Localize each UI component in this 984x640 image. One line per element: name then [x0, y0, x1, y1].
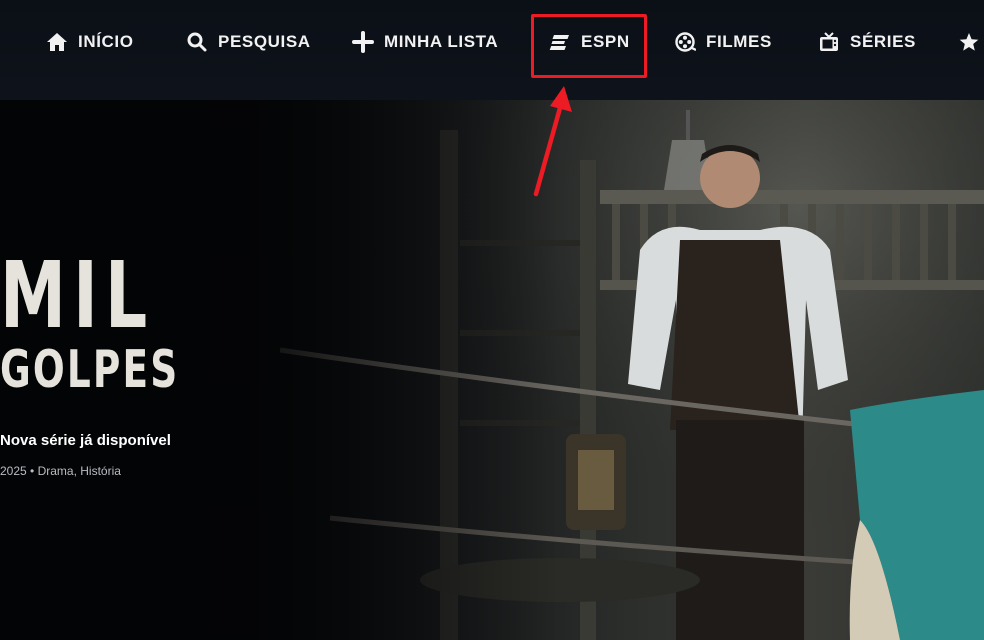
- nav-item-minha-lista[interactable]: MINHA LISTA: [352, 30, 498, 54]
- show-title[interactable]: MIL GOLPES: [0, 242, 249, 400]
- show-meta: 2025 • Drama, História: [0, 464, 121, 478]
- nav-label-inicio: INÍCIO: [78, 32, 134, 51]
- nav-item-series[interactable]: SÉRIES: [818, 30, 916, 54]
- tv-icon: [818, 31, 840, 53]
- nav-item-pesquisa[interactable]: PESQUISA: [186, 30, 311, 54]
- annotation-arrow-icon: [533, 86, 572, 197]
- nav-item-filmes[interactable]: FILMES: [674, 30, 772, 54]
- nav-label-series: SÉRIES: [850, 32, 916, 51]
- nav-item-inicio[interactable]: INÍCIO: [46, 30, 134, 54]
- film-reel-icon: [674, 31, 696, 53]
- espn-highlight-box: [531, 14, 647, 78]
- show-tagline: Nova série já disponível: [0, 432, 171, 449]
- nav-label-minha-lista: MINHA LISTA: [384, 32, 499, 51]
- search-icon: [186, 31, 208, 53]
- star-icon: [958, 31, 980, 53]
- nav-label-pesquisa: PESQUISA: [218, 32, 311, 51]
- nav-label-filmes: FILMES: [706, 32, 772, 51]
- plus-icon: [352, 31, 374, 53]
- top-navigation: INÍCIO PESQUISA MINHA LISTA ESPN FILMES …: [0, 0, 984, 100]
- home-icon: [46, 31, 68, 53]
- show-title-line-2: GOLPES: [0, 340, 180, 400]
- show-title-line-1: MIL: [0, 242, 155, 349]
- nav-item-originais[interactable]: [958, 30, 984, 54]
